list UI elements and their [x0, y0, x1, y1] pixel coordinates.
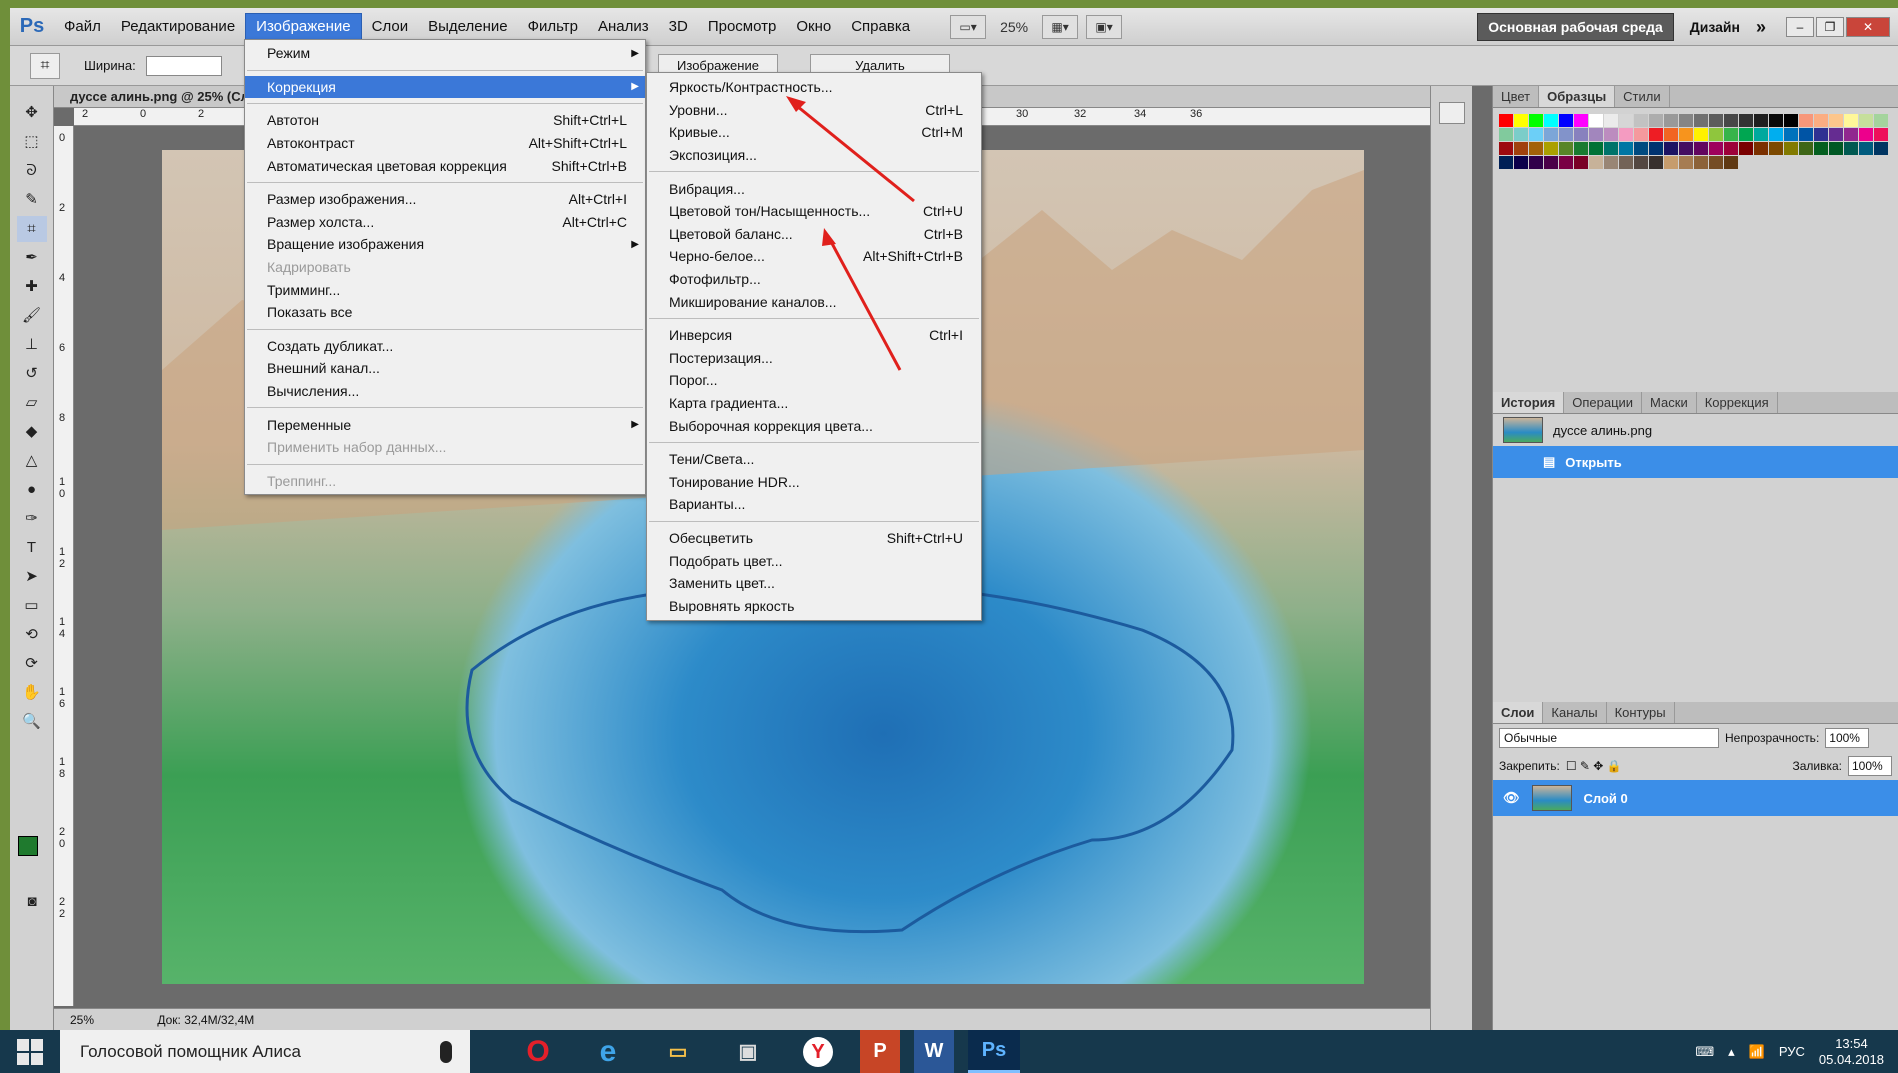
tray-expand-icon[interactable]: ▴ [1728, 1044, 1735, 1060]
clock-time: 13:54 [1835, 1035, 1868, 1051]
clock-date: 05.04.2018 [1818, 1051, 1884, 1067]
photoshop-taskbar-icon[interactable]: Ps [968, 1030, 1020, 1073]
file-explorer-icon[interactable]: ▭ [650, 1030, 706, 1073]
search-text: Голосовой помощник Алиса [80, 1041, 301, 1061]
language-indicator[interactable]: РУС [1779, 1044, 1805, 1059]
yandex-glyph: Y [803, 1036, 833, 1067]
word-icon[interactable]: W [914, 1030, 954, 1073]
keyboard-icon[interactable]: ⌨ [1695, 1044, 1714, 1060]
red-arrow-head [822, 228, 836, 246]
voice-assistant-search[interactable]: Голосовой помощник Алиса [60, 1030, 470, 1073]
windows-logo-icon [17, 1038, 43, 1065]
network-icon[interactable]: 📶 [1749, 1044, 1765, 1060]
opera-icon[interactable]: O [510, 1030, 566, 1073]
clock[interactable]: 13:54 05.04.2018 [1819, 1036, 1884, 1068]
annotation-layer [786, 96, 915, 371]
system-tray: ⌨ ▴ 📶 РУС 13:54 05.04.2018 [1695, 1030, 1884, 1073]
photoshop-window: Ps Файл Редактирование Изображение Слои … [10, 8, 1898, 1030]
windows-taskbar: Голосовой помощник Алиса O e ▭ ▣ Y P W P… [0, 1030, 1898, 1073]
red-arrow [791, 100, 915, 203]
terminal-icon[interactable]: ▣ [720, 1030, 776, 1073]
red-arrow [826, 235, 902, 371]
yandex-browser-icon[interactable]: Y [790, 1030, 846, 1073]
powerpoint-icon[interactable]: P [860, 1030, 900, 1073]
microphone-icon[interactable] [440, 1040, 452, 1063]
start-button[interactable] [0, 1030, 60, 1073]
internet-explorer-icon[interactable]: e [580, 1030, 636, 1073]
